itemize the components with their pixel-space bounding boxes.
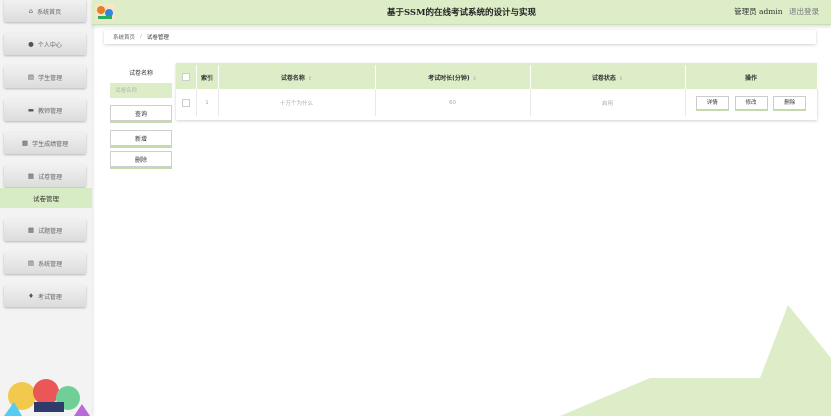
sidebar-item-label: 学生成绩管理 [32, 140, 69, 148]
row-index: 1 [196, 89, 219, 116]
sidebar-subitem-papers[interactable]: 试卷管理 [0, 188, 92, 208]
home-icon: ⌂ [28, 7, 34, 15]
column-header-duration[interactable]: 考试时长(分钟) ⇕ [375, 65, 531, 89]
sidebar-item-questions[interactable]: ▦ 试题管理 [4, 219, 86, 241]
file-icon: ▤ [27, 259, 35, 267]
row-actions: 详情 修改 删除 [685, 89, 818, 116]
sidebar-item-papers[interactable]: ▦ 试卷管理 [4, 165, 86, 187]
sort-icon[interactable]: ⇕ [619, 76, 623, 82]
grid-icon: ▦ [21, 139, 29, 147]
user-label: 管理员 admin [734, 7, 783, 16]
sidebar-item-label: 系统首页 [37, 8, 62, 16]
sidebar-item-label: 考试管理 [37, 293, 62, 301]
row-paper-name: 十万个为什么 [218, 89, 376, 116]
breadcrumb: 系统首页 / 试卷管理 [104, 30, 816, 44]
sidebar-item-grades[interactable]: ▦ 学生成绩管理 [4, 132, 86, 154]
grid-icon: ▦ [27, 172, 35, 180]
row-duration: 60 [375, 89, 531, 116]
sort-icon[interactable]: ⇕ [473, 76, 477, 82]
sidebar-item-label: 试题管理 [38, 227, 63, 235]
row-status: 启用 [530, 89, 686, 116]
column-header-status[interactable]: 试卷状态 ⇕ [530, 65, 686, 89]
detail-button[interactable]: 详情 [695, 95, 729, 110]
sidebar-item-label: 个人中心 [37, 41, 62, 49]
sidebar-item-profile[interactable]: ● 个人中心 [4, 33, 86, 55]
select-all-checkbox[interactable] [181, 73, 190, 81]
column-header-actions: 操作 [685, 65, 818, 89]
paper-name-search-input[interactable] [110, 83, 172, 98]
column-header-name[interactable]: 试卷名称 ⇕ [218, 65, 376, 89]
breadcrumb-current: 试卷管理 [146, 35, 169, 41]
add-button[interactable]: 新增 [110, 130, 172, 146]
sidebar-subitem-label: 试卷管理 [33, 195, 59, 203]
row-delete-button[interactable]: 删除 [773, 95, 807, 110]
bell-icon: ♦ [28, 292, 34, 300]
select-all-checkbox-cell [176, 65, 197, 89]
sidebar-item-students[interactable]: ▤ 学生管理 [4, 66, 86, 88]
search-button[interactable]: 查询 [110, 105, 172, 121]
sidebar-item-label: 系统管理 [38, 260, 63, 268]
user-info: 管理员 admin 退出登录 [734, 6, 819, 17]
delete-button[interactable]: 删除 [110, 151, 172, 167]
paper-table: 索引 试卷名称 ⇕ 考试时长(分钟) ⇕ 试卷状态 ⇕ 操作 1 十万个为什么 60 … [176, 63, 818, 120]
file-icon: ▤ [27, 73, 35, 81]
sidebar-item-home[interactable]: ⌂ 系统首页 [4, 0, 86, 22]
table-header-row: 索引 试卷名称 ⇕ 考试时长(分钟) ⇕ 试卷状态 ⇕ 操作 [176, 65, 818, 89]
sidebar-item-exams[interactable]: ♦ 考试管理 [4, 285, 86, 307]
breadcrumb-separator: / [140, 34, 142, 40]
sidebar-item-label: 试卷管理 [38, 173, 63, 181]
sidebar-item-teachers[interactable]: ▬ 教师管理 [4, 99, 86, 121]
filter-label: 试卷名称 [128, 70, 153, 77]
id-card-icon: ▬ [27, 106, 35, 114]
sort-icon[interactable]: ⇕ [308, 76, 312, 82]
app-title: 基于SSM的在线考试系统的设计与实现 [386, 8, 536, 18]
edit-button[interactable]: 修改 [734, 95, 768, 110]
row-checkbox-cell [176, 89, 197, 116]
sidebar: ⌂ 系统首页 ● 个人中心 ▤ 学生管理 ▬ 教师管理 ▦ 学生成绩管理 ▦ 试… [0, 0, 92, 416]
table-row: 1 十万个为什么 60 启用 详情 修改 删除 [176, 89, 818, 116]
header-bar: 基于SSM的在线考试系统的设计与实现 管理员 admin 退出登录 [92, 0, 831, 25]
sidebar-item-system[interactable]: ▤ 系统管理 [4, 252, 86, 274]
breadcrumb-home-link[interactable]: 系统首页 [113, 33, 135, 41]
user-icon: ● [28, 40, 34, 48]
column-header-index: 索引 [196, 65, 219, 89]
sidebar-item-label: 学生管理 [38, 74, 63, 82]
logout-link[interactable]: 退出登录 [789, 7, 819, 16]
decorative-sticker-image [4, 379, 90, 416]
row-checkbox[interactable] [181, 98, 190, 107]
sidebar-item-label: 教师管理 [38, 107, 63, 115]
grid-icon: ▦ [27, 226, 35, 234]
